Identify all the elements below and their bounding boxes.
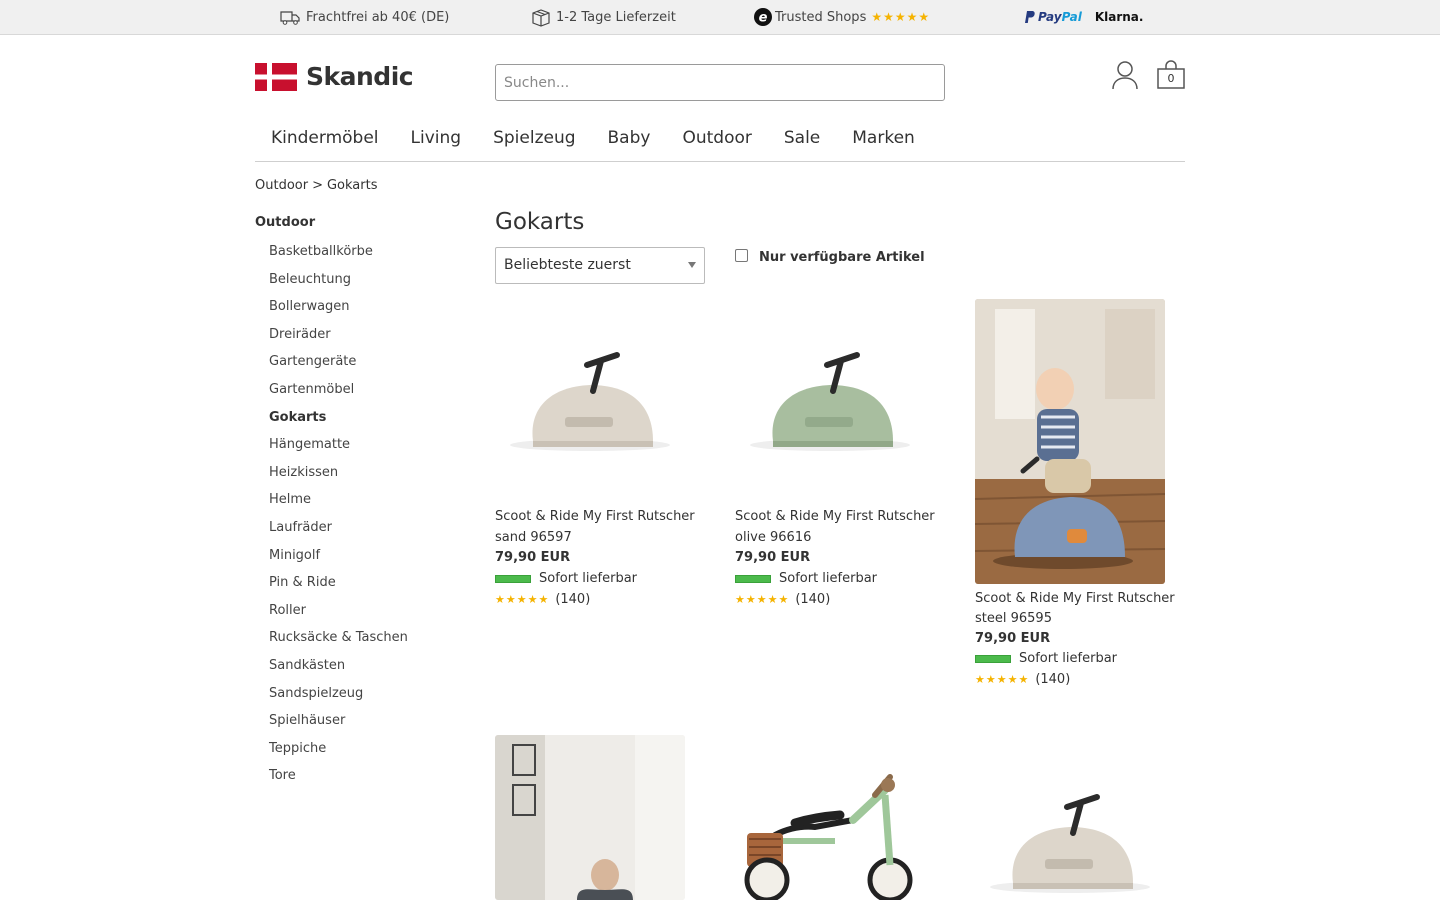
review-count: (140) xyxy=(795,592,831,607)
rating-stars: ★★★★★ xyxy=(735,593,790,606)
sidebar-item-gokarts[interactable]: Gokarts xyxy=(269,410,408,438)
stock-status: Sofort lieferbar xyxy=(735,571,877,586)
top-info-bar: Frachtfrei ab 40€ (DE) 1-2 Tage Lieferze… xyxy=(0,0,1440,35)
trusted-shops-badge[interactable]: e Trusted Shops ★★★★★ xyxy=(753,0,930,34)
paypal-logo: PayPal xyxy=(1038,10,1082,24)
breadcrumb: Outdoor > Gokarts xyxy=(255,178,378,193)
cart-button[interactable]: 0 xyxy=(1156,60,1186,90)
product-rating[interactable]: ★★★★★ (140) xyxy=(975,672,1070,687)
trusted-shops-icon: e xyxy=(754,8,772,26)
rating-stars: ★★★★★ xyxy=(975,673,1030,686)
review-count: (140) xyxy=(555,592,591,607)
sidebar-item-pin-ride[interactable]: Pin & Ride xyxy=(269,575,408,603)
search-input[interactable] xyxy=(495,64,945,101)
sort-value: Beliebteste zuerst xyxy=(504,257,631,273)
product-rating[interactable]: ★★★★★ (140) xyxy=(735,592,830,607)
sidebar-item-gartengeraete[interactable]: Gartengeräte xyxy=(269,354,408,382)
rating-stars: ★★★★★ xyxy=(495,593,550,606)
sidebar-item-haengematte[interactable]: Hängematte xyxy=(269,437,408,465)
sidebar-item-basketballkoerbe[interactable]: Basketballkörbe xyxy=(269,244,408,272)
sidebar-item-gartenmoebel[interactable]: Gartenmöbel xyxy=(269,382,408,410)
sidebar-item-sandkaesten[interactable]: Sandkästen xyxy=(269,658,408,686)
product-price: 79,90 EUR xyxy=(975,631,1051,646)
svg-text:e: e xyxy=(759,11,768,26)
product-image[interactable] xyxy=(975,765,1165,900)
sidebar-item-minigolf[interactable]: Minigolf xyxy=(269,548,408,576)
stock-text: Sofort lieferbar xyxy=(779,571,878,586)
cart-count: 0 xyxy=(1167,72,1175,85)
category-list: Basketballkörbe Beleuchtung Bollerwagen … xyxy=(269,244,408,796)
nav-item-baby[interactable]: Baby xyxy=(592,124,667,161)
product-card[interactable]: Scoot & Ride My First Rutscher olive 966… xyxy=(735,299,945,619)
delivery-text: 1-2 Tage Lieferzeit xyxy=(556,9,676,25)
sidebar-item-teppiche[interactable]: Teppiche xyxy=(269,741,408,769)
stock-text: Sofort lieferbar xyxy=(539,571,638,586)
product-name[interactable]: Scoot & Ride My First Rutscher steel 965… xyxy=(975,589,1185,629)
payment-logos: PayPal Klarna. xyxy=(1023,0,1143,34)
stock-status: Sofort lieferbar xyxy=(975,651,1117,666)
sidebar-item-helme[interactable]: Helme xyxy=(269,492,408,520)
main-nav: Kindermöbel Living Spielzeug Baby Outdoo… xyxy=(255,124,1185,162)
breadcrumb-separator: > xyxy=(312,178,323,193)
sidebar-item-roller[interactable]: Roller xyxy=(269,603,408,631)
sidebar-item-rucksaecke-taschen[interactable]: Rucksäcke & Taschen xyxy=(269,630,408,658)
klarna-logo: Klarna. xyxy=(1094,10,1144,24)
product-card[interactable]: Scoot & Ride My First Rutscher steel 965… xyxy=(975,299,1185,699)
product-photo[interactable] xyxy=(495,735,685,900)
product-image[interactable] xyxy=(495,299,685,489)
sidebar-item-tore[interactable]: Tore xyxy=(269,768,408,796)
nav-item-spielzeug[interactable]: Spielzeug xyxy=(477,124,591,161)
available-filter-label: Nur verfügbare Artikel xyxy=(759,250,925,265)
nav-item-marken[interactable]: Marken xyxy=(836,124,931,161)
nav-item-sale[interactable]: Sale xyxy=(768,124,836,161)
stock-indicator xyxy=(975,654,1011,663)
shipping-text: Frachtfrei ab 40€ (DE) xyxy=(306,9,450,25)
nav-item-kindermoebel[interactable]: Kindermöbel xyxy=(255,124,395,161)
stock-indicator xyxy=(735,574,771,583)
stock-text: Sofort lieferbar xyxy=(1019,651,1118,666)
trusted-shops-stars: ★★★★★ xyxy=(871,10,931,24)
product-price: 79,90 EUR xyxy=(495,550,571,565)
page-title: Gokarts xyxy=(495,209,585,235)
dropdown-arrow-icon xyxy=(688,262,696,268)
nav-item-outdoor[interactable]: Outdoor xyxy=(666,124,767,161)
sidebar-item-heizkissen[interactable]: Heizkissen xyxy=(269,465,408,493)
product-card[interactable]: Scoot & Ride My First Rutscher sand 9659… xyxy=(495,299,705,619)
sidebar-item-dreiraeder[interactable]: Dreiräder xyxy=(269,327,408,355)
product-photo[interactable] xyxy=(975,299,1165,584)
stock-status: Sofort lieferbar xyxy=(495,571,637,586)
available-checkbox[interactable] xyxy=(735,249,748,262)
account-icon[interactable] xyxy=(1111,60,1139,90)
available-filter[interactable]: Nur verfügbare Artikel xyxy=(735,249,925,265)
trusted-shops-label: Trusted Shops xyxy=(775,9,867,25)
sidebar-item-laufraeder[interactable]: Laufräder xyxy=(269,520,408,548)
truck-icon xyxy=(280,10,300,25)
breadcrumb-outdoor[interactable]: Outdoor xyxy=(255,178,308,193)
package-icon xyxy=(532,8,550,27)
danish-flag-icon xyxy=(255,62,297,91)
sidebar-item-spielhaeuser[interactable]: Spielhäuser xyxy=(269,713,408,741)
skandic-logo[interactable]: Skandic xyxy=(255,62,414,91)
sidebar-heading[interactable]: Outdoor xyxy=(255,215,315,230)
review-count: (140) xyxy=(1035,672,1071,687)
product-name[interactable]: Scoot & Ride My First Rutscher sand 9659… xyxy=(495,506,705,548)
nav-item-living[interactable]: Living xyxy=(395,124,478,161)
product-rating[interactable]: ★★★★★ (140) xyxy=(495,592,590,607)
sort-select[interactable]: Beliebteste zuerst xyxy=(495,247,705,284)
shipping-info: Frachtfrei ab 40€ (DE) xyxy=(280,0,449,34)
product-price: 79,90 EUR xyxy=(735,550,811,565)
product-name[interactable]: Scoot & Ride My First Rutscher olive 966… xyxy=(735,506,945,548)
sidebar-item-sandspielzeug[interactable]: Sandspielzeug xyxy=(269,686,408,714)
product-image[interactable] xyxy=(735,299,925,489)
sidebar-item-beleuchtung[interactable]: Beleuchtung xyxy=(269,272,408,300)
breadcrumb-current: Gokarts xyxy=(326,178,378,193)
sidebar-item-bollerwagen[interactable]: Bollerwagen xyxy=(269,299,408,327)
product-image[interactable] xyxy=(735,765,925,900)
delivery-info: 1-2 Tage Lieferzeit xyxy=(531,0,676,34)
logo-text: Skandic xyxy=(306,62,414,91)
paypal-icon xyxy=(1025,11,1035,23)
stock-indicator xyxy=(495,574,531,583)
